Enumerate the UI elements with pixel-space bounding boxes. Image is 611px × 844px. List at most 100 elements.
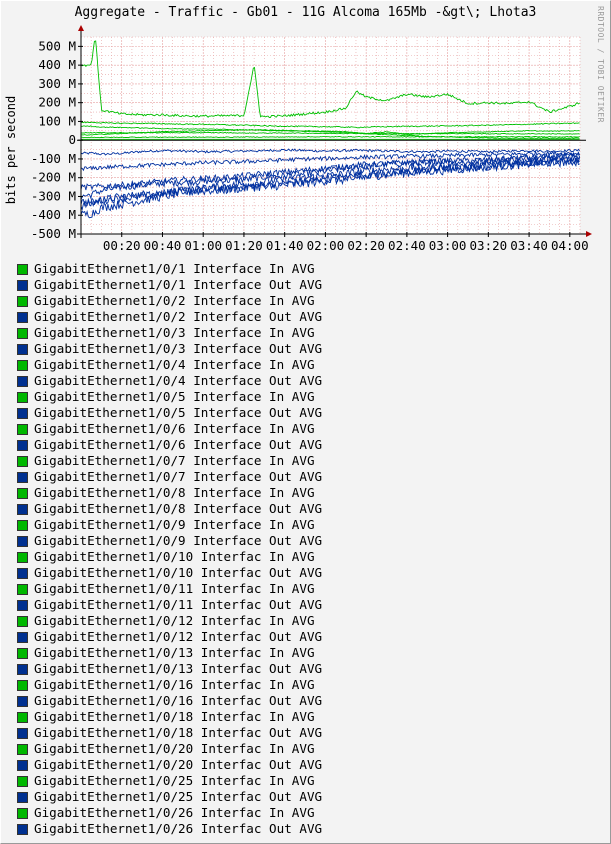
legend-label: GigabitEthernet1/0/18 Interfac In AVG — [34, 709, 315, 724]
legend-swatch-out — [17, 696, 28, 707]
plot-area — [81, 37, 580, 234]
legend-label: GigabitEthernet1/0/8 Interface In AVG — [34, 485, 315, 500]
traffic-chart: 500 M 400 M 300 M 200 M 100 M 0 -100 M -200 M -3… — [4, 25, 592, 253]
y-tick-label: 300 M — [38, 76, 76, 91]
legend-item: GigabitEthernet1/0/1 Interface Out AVG — [17, 277, 322, 293]
x-tick-label: 00:40 — [144, 238, 182, 253]
legend-swatch-in — [17, 296, 28, 307]
x-tick-label: 03:40 — [510, 238, 548, 253]
y-tick-label: -500 M — [31, 226, 76, 241]
legend-label: GigabitEthernet1/0/6 Interface Out AVG — [34, 437, 323, 452]
legend-swatch-out — [17, 344, 28, 355]
legend-swatch-in — [17, 392, 28, 403]
legend-swatch-in — [17, 488, 28, 499]
legend-swatch-out — [17, 600, 28, 611]
y-tick-label: 0 — [68, 132, 76, 147]
legend-swatch-in — [17, 616, 28, 627]
legend-swatch-out — [17, 280, 28, 291]
legend-item: GigabitEthernet1/0/18 Interfac Out AVG — [17, 725, 322, 741]
y-axis-arrow — [78, 25, 84, 31]
legend-label: GigabitEthernet1/0/13 Interfac In AVG — [34, 645, 315, 660]
legend: GigabitEthernet1/0/1 Interface In AVG Gig… — [17, 261, 322, 837]
legend-label: GigabitEthernet1/0/2 Interface Out AVG — [34, 309, 323, 324]
legend-swatch-out — [17, 408, 28, 419]
legend-item: GigabitEthernet1/0/25 Interfac In AVG — [17, 773, 322, 789]
y-tick-label: -400 M — [31, 207, 76, 222]
legend-item: GigabitEthernet1/0/26 Interfac Out AVG — [17, 821, 322, 837]
legend-item: GigabitEthernet1/0/25 Interfac Out AVG — [17, 789, 322, 805]
legend-item: GigabitEthernet1/0/3 Interface In AVG — [17, 325, 322, 341]
legend-label: GigabitEthernet1/0/20 Interfac Out AVG — [34, 757, 323, 772]
x-tick-label: 01:20 — [225, 238, 263, 253]
legend-label: GigabitEthernet1/0/5 Interface Out AVG — [34, 405, 323, 420]
legend-swatch-in — [17, 520, 28, 531]
legend-label: GigabitEthernet1/0/16 Interfac Out AVG — [34, 693, 323, 708]
legend-label: GigabitEthernet1/0/1 Interface In AVG — [34, 261, 315, 276]
legend-swatch-out — [17, 504, 28, 515]
x-tick-label: 03:00 — [429, 238, 467, 253]
legend-swatch-in — [17, 712, 28, 723]
legend-item: GigabitEthernet1/0/20 Interfac Out AVG — [17, 757, 322, 773]
legend-item: GigabitEthernet1/0/7 Interface In AVG — [17, 453, 322, 469]
x-tick-label: 01:00 — [184, 238, 222, 253]
x-tick-label: 03:20 — [470, 238, 508, 253]
legend-swatch-out — [17, 760, 28, 771]
legend-item: GigabitEthernet1/0/8 Interface Out AVG — [17, 501, 322, 517]
x-tick-label: 04:00 — [551, 238, 589, 253]
legend-swatch-in — [17, 680, 28, 691]
legend-item: GigabitEthernet1/0/6 Interface In AVG — [17, 421, 322, 437]
legend-item: GigabitEthernet1/0/11 Interfac In AVG — [17, 581, 322, 597]
y-tick-label: 100 M — [38, 113, 76, 128]
legend-label: GigabitEthernet1/0/3 Interface In AVG — [34, 325, 315, 340]
legend-label: GigabitEthernet1/0/4 Interface In AVG — [34, 357, 315, 372]
y-tick-label: -100 M — [31, 151, 76, 166]
legend-label: GigabitEthernet1/0/6 Interface In AVG — [34, 421, 315, 436]
legend-item: GigabitEthernet1/0/2 Interface Out AVG — [17, 309, 322, 325]
legend-label: GigabitEthernet1/0/11 Interfac In AVG — [34, 581, 315, 596]
legend-label: GigabitEthernet1/0/10 Interfac Out AVG — [34, 565, 323, 580]
legend-label: GigabitEthernet1/0/16 Interfac In AVG — [34, 677, 315, 692]
legend-swatch-out — [17, 472, 28, 483]
legend-label: GigabitEthernet1/0/5 Interface In AVG — [34, 389, 315, 404]
legend-swatch-out — [17, 568, 28, 579]
legend-item: GigabitEthernet1/0/3 Interface Out AVG — [17, 341, 322, 357]
legend-label: GigabitEthernet1/0/7 Interface Out AVG — [34, 469, 323, 484]
legend-item: GigabitEthernet1/0/6 Interface Out AVG — [17, 437, 322, 453]
legend-label: GigabitEthernet1/0/20 Interfac In AVG — [34, 741, 315, 756]
x-axis-arrow — [586, 231, 592, 237]
legend-swatch-out — [17, 792, 28, 803]
legend-item: GigabitEthernet1/0/4 Interface In AVG — [17, 357, 322, 373]
legend-label: GigabitEthernet1/0/9 Interface Out AVG — [34, 533, 323, 548]
legend-label: GigabitEthernet1/0/10 Interfac In AVG — [34, 549, 315, 564]
legend-swatch-in — [17, 328, 28, 339]
y-tick-label: 400 M — [38, 57, 76, 72]
legend-label: GigabitEthernet1/0/25 Interfac Out AVG — [34, 789, 323, 804]
legend-item: GigabitEthernet1/0/10 Interfac Out AVG — [17, 565, 322, 581]
x-tick-label: 01:40 — [266, 238, 304, 253]
legend-swatch-in — [17, 776, 28, 787]
y-tick-label: 200 M — [38, 95, 76, 110]
legend-item: GigabitEthernet1/0/12 Interfac In AVG — [17, 613, 322, 629]
legend-label: GigabitEthernet1/0/4 Interface Out AVG — [34, 373, 323, 388]
legend-label: GigabitEthernet1/0/13 Interfac Out AVG — [34, 661, 323, 676]
legend-item: GigabitEthernet1/0/10 Interfac In AVG — [17, 549, 322, 565]
legend-label: GigabitEthernet1/0/8 Interface Out AVG — [34, 501, 323, 516]
legend-item: GigabitEthernet1/0/9 Interface In AVG — [17, 517, 322, 533]
legend-swatch-in — [17, 584, 28, 595]
legend-swatch-in — [17, 648, 28, 659]
legend-swatch-in — [17, 808, 28, 819]
legend-swatch-out — [17, 664, 28, 675]
legend-swatch-in — [17, 552, 28, 563]
legend-label: GigabitEthernet1/0/25 Interfac In AVG — [34, 773, 315, 788]
legend-swatch-in — [17, 744, 28, 755]
legend-item: GigabitEthernet1/0/26 Interfac In AVG — [17, 805, 322, 821]
legend-item: GigabitEthernet1/0/12 Interfac Out AVG — [17, 629, 322, 645]
legend-swatch-out — [17, 728, 28, 739]
y-tick-label: -300 M — [31, 188, 76, 203]
legend-item: GigabitEthernet1/0/2 Interface In AVG — [17, 293, 322, 309]
legend-item: GigabitEthernet1/0/11 Interfac Out AVG — [17, 597, 322, 613]
legend-swatch-out — [17, 536, 28, 547]
legend-swatch-in — [17, 264, 28, 275]
legend-label: GigabitEthernet1/0/26 Interfac In AVG — [34, 805, 315, 820]
x-tick-label: 02:20 — [347, 238, 385, 253]
